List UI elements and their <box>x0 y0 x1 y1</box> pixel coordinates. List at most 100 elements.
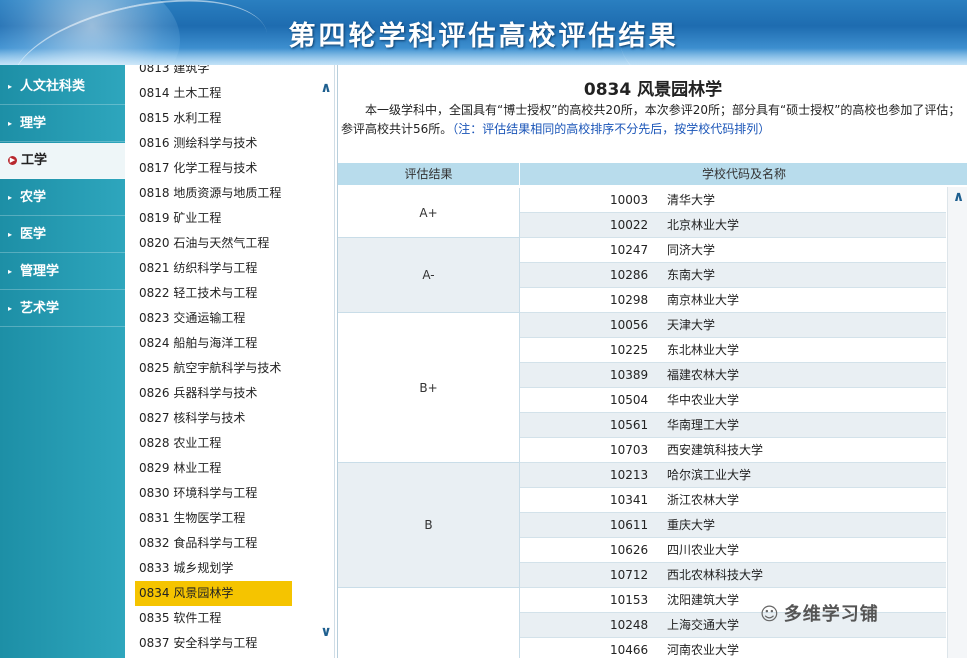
school-code: 10213 <box>610 468 649 482</box>
result-grade: B+ <box>338 313 520 463</box>
table-row: 10247 同济大学 <box>520 238 946 263</box>
subject-item[interactable]: 0814 土木工程 <box>135 81 292 106</box>
subject-description: 本一级学科中，全国具有“博士授权”的高校共20所，本次参评20所；部分具有“硕士… <box>341 101 961 139</box>
subject-item[interactable]: 0828 农业工程 <box>135 431 292 456</box>
school-code: 10626 <box>610 543 649 557</box>
school-name: 南京林业大学 <box>667 293 740 307</box>
subject-item[interactable]: 0815 水利工程 <box>135 106 292 131</box>
category-label: 理学 <box>20 116 47 131</box>
table-row: 10248 上海交通大学 <box>520 613 946 638</box>
watermark-text: 多维学习铺 <box>783 604 879 625</box>
table-row: 10504 华中农业大学 <box>520 388 946 413</box>
table-row: 10213 哈尔滨工业大学 <box>520 463 946 488</box>
school-name: 同济大学 <box>667 243 716 257</box>
school-name: 福建农林大学 <box>667 368 740 382</box>
subject-item[interactable]: 0830 环境科学与工程 <box>135 481 292 506</box>
subject-title: 0834 风景园林学 <box>583 80 723 100</box>
school-name: 沈阳建筑大学 <box>667 593 740 607</box>
table-row: 10712 西北农林科技大学 <box>520 563 946 588</box>
school-name: 重庆大学 <box>667 518 716 532</box>
table-row: 10225 东北林业大学 <box>520 338 946 363</box>
column-header-school: 学校代码及名称 <box>701 167 786 181</box>
school-name: 西北农林科技大学 <box>667 568 764 582</box>
chevron-up-icon[interactable]: ∧ <box>948 189 967 205</box>
subject-item[interactable]: 0835 软件工程 <box>135 606 292 631</box>
category-item[interactable]: ▸ 医学 <box>0 217 125 253</box>
header-banner: 第四轮学科评估高校评估结果 <box>0 0 967 65</box>
subject-item[interactable]: 0832 食品科学与工程 <box>135 531 292 556</box>
category-label: 工学 <box>21 153 48 168</box>
subject-item[interactable]: 0829 林业工程 <box>135 456 292 481</box>
school-name: 西安建筑科技大学 <box>667 443 764 457</box>
school-name: 东北林业大学 <box>667 343 740 357</box>
school-code: 10466 <box>610 643 649 657</box>
school-code: 10056 <box>610 318 649 332</box>
school-code: 10561 <box>610 418 649 432</box>
school-code: 10153 <box>610 593 649 607</box>
table-row: 10153 沈阳建筑大学 <box>520 588 946 613</box>
result-grade: B <box>338 463 520 588</box>
table-row: 10703 西安建筑科技大学 <box>520 438 946 463</box>
table-row: 10298 南京林业大学 <box>520 288 946 313</box>
content-pane: 0834 风景园林学 本一级学科中，全国具有“博士授权”的高校共20所，本次参评… <box>337 65 967 658</box>
subject-item[interactable]: 0813 建筑学 <box>135 65 292 81</box>
table-row: 10003 清华大学 <box>520 188 946 213</box>
category-label: 人文社科类 <box>20 79 86 94</box>
table-row: 10022 北京林业大学 <box>520 213 946 238</box>
table-row: 10389 福建农林大学 <box>520 363 946 388</box>
arrow-bullet-icon: ▸ <box>8 266 13 276</box>
subject-item[interactable]: 0822 轻工技术与工程 <box>135 281 292 306</box>
subject-item[interactable]: 0818 地质资源与地质工程 <box>135 181 292 206</box>
category-item[interactable]: ▸ 农学 <box>0 180 125 216</box>
category-item[interactable]: ▸ 管理学 <box>0 254 125 290</box>
arrow-bullet-icon: ▸ <box>8 303 13 313</box>
subject-item[interactable]: 0816 测绘科学与技术 <box>135 131 292 156</box>
subject-item[interactable]: 0821 纺织科学与工程 <box>135 256 292 281</box>
table-row: 10466 河南农业大学 <box>520 638 946 658</box>
wechat-icon: ☺ <box>760 604 780 625</box>
table-row: 10611 重庆大学 <box>520 513 946 538</box>
chevron-down-icon[interactable]: ∨ <box>318 624 334 640</box>
category-item[interactable]: ▸ 人文社科类 <box>0 69 125 105</box>
school-name: 清华大学 <box>667 193 716 207</box>
subject-item[interactable]: 0827 核科学与技术 <box>135 406 292 431</box>
school-name: 上海交通大学 <box>667 618 740 632</box>
school-code: 10389 <box>610 368 649 382</box>
school-name: 华中农业大学 <box>667 393 740 407</box>
subject-item[interactable]: 0826 兵器科学与技术 <box>135 381 292 406</box>
subject-item[interactable]: 0824 船舶与海洋工程 <box>135 331 292 356</box>
subject-item[interactable]: 0820 石油与天然气工程 <box>135 231 292 256</box>
subject-item[interactable]: 0823 交通运输工程 <box>135 306 292 331</box>
school-code: 10225 <box>610 343 649 357</box>
table-row: 10056 天津大学 <box>520 313 946 338</box>
category-label: 农学 <box>20 190 47 205</box>
column-header-result: 评估结果 <box>338 163 520 185</box>
school-name: 东南大学 <box>667 268 716 282</box>
subject-item[interactable]: 0837 安全科学与工程 <box>135 631 292 656</box>
category-item[interactable]: ▸ 艺术学 <box>0 291 125 327</box>
arrow-bullet-icon: ▸ <box>8 81 13 91</box>
category-item[interactable]: ▸ 理学 <box>0 106 125 142</box>
category-nav: ▸ 人文社科类 ▸ 理学 ▶ 工学 ▸ 农学 ▸ 医学 ▸ 管理学 ▸ 艺术学 <box>0 65 125 658</box>
school-code: 10022 <box>610 218 649 232</box>
school-name: 四川农业大学 <box>667 543 740 557</box>
result-grade <box>338 588 520 658</box>
table-row: 10626 四川农业大学 <box>520 538 946 563</box>
category-item[interactable]: ▶ 工学 <box>0 143 125 179</box>
subject-item[interactable]: 0833 城乡规划学 <box>135 556 292 581</box>
subject-item[interactable]: 0831 生物医学工程 <box>135 506 292 531</box>
subject-item[interactable]: 0817 化学工程与技术 <box>135 156 292 181</box>
subject-item[interactable]: 0825 航空宇航科学与技术 <box>135 356 292 381</box>
subject-item[interactable]: 0834 风景园林学 <box>135 581 292 606</box>
page-title: 第四轮学科评估高校评估结果 <box>288 21 679 52</box>
table-row: 10341 浙江农林大学 <box>520 488 946 513</box>
chevron-up-icon[interactable]: ∧ <box>318 80 334 96</box>
school-code: 10703 <box>610 443 649 457</box>
subject-item[interactable]: 0819 矿业工程 <box>135 206 292 231</box>
result-grade: A+ <box>338 188 520 238</box>
table-header: 评估结果 学校代码及名称 <box>338 163 967 185</box>
table-row: 10286 东南大学 <box>520 263 946 288</box>
table-scrollbar[interactable]: ∧ <box>947 187 967 658</box>
category-label: 医学 <box>20 227 47 242</box>
school-name: 华南理工大学 <box>667 418 740 432</box>
